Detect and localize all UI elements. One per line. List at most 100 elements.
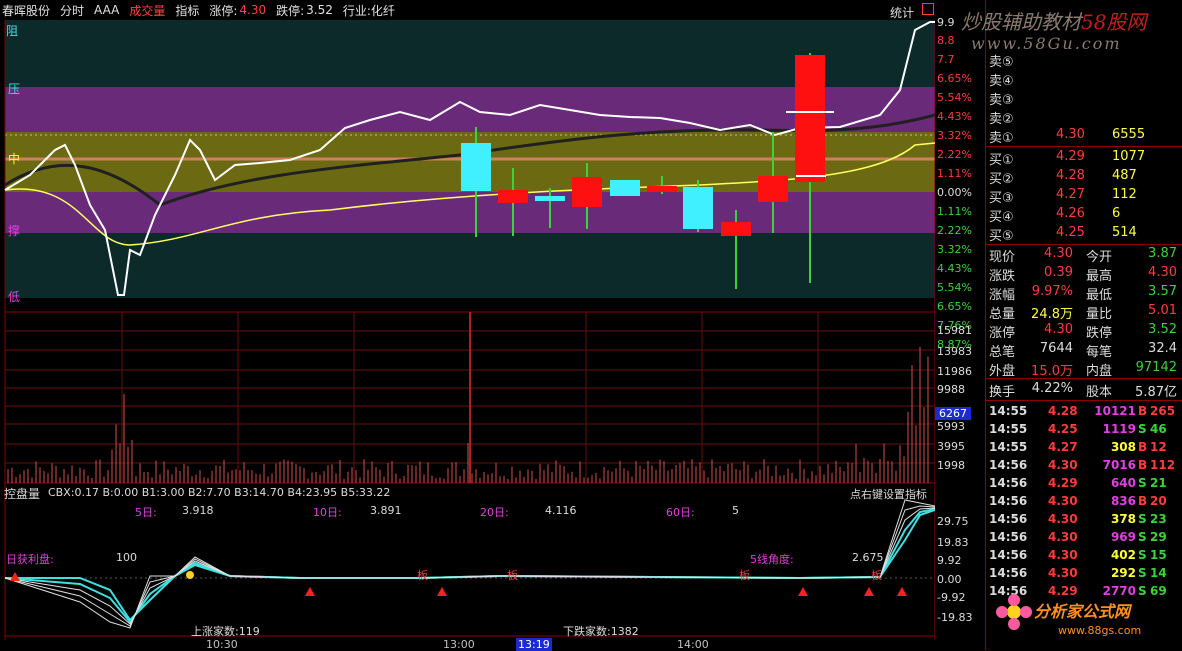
tick-count: 23 <box>1150 512 1167 526</box>
tick-row[interactable]: 14:56 4.29 640 S 21 <box>986 475 1182 493</box>
volume-current-label: 6267 <box>935 407 971 420</box>
tab-indicator[interactable]: 指标 <box>173 2 201 19</box>
tick-count: 29 <box>1150 530 1167 544</box>
industry-label: 行业:化纤 <box>342 3 395 18</box>
tick-volume: 10121 <box>1094 404 1136 418</box>
tick-row[interactable]: 14:55 4.28 10121 B 265 <box>986 403 1182 421</box>
sell-level-row[interactable]: 卖② <box>986 107 1182 127</box>
signal-up-triangle <box>437 587 447 596</box>
quote-value: 32.4 <box>1148 341 1177 356</box>
tick-row[interactable]: 14:55 4.27 308 B 12 <box>986 439 1182 457</box>
tick-price: 4.30 <box>1048 548 1078 562</box>
candle-body <box>683 187 713 229</box>
tick-row[interactable]: 14:56 4.30 969 S 29 <box>986 529 1182 547</box>
tick-row[interactable]: 14:56 4.30 7016 B 112 <box>986 457 1182 475</box>
zone-label-resist: 阻 <box>6 24 19 38</box>
buy-level-row[interactable]: 买① 4.29 1077 <box>986 148 1182 168</box>
day20-value: 4.116 <box>545 504 577 517</box>
price-axis-label: 2.22% <box>937 148 972 161</box>
quote-value: 4.30 <box>1044 246 1073 261</box>
quote-value: 0.39 <box>1044 265 1073 280</box>
ob-volume: 112 <box>1112 187 1137 202</box>
candle-body <box>572 177 602 207</box>
price-chart[interactable] <box>0 0 935 650</box>
close-icon[interactable] <box>922 3 934 15</box>
chart-area[interactable]: 春晖股份 分时 AAA 成交量 指标 涨停: 4.30 跌停: 3.52 行业:化纤… <box>0 0 985 651</box>
indicator-settings-hint[interactable]: 点右键设置指标 <box>850 486 927 502</box>
tab-volume[interactable]: 成交量 <box>127 2 167 19</box>
profit-label: 日获利盘: <box>6 553 54 566</box>
signal-up-triangle <box>864 587 874 596</box>
buy-level-row[interactable]: 买③ 4.27 112 <box>986 186 1182 206</box>
tick-side: S <box>1138 566 1147 580</box>
stock-name[interactable]: 春晖股份 <box>0 2 52 19</box>
quote-row: 外盘 15.0万 内盘 97142 <box>986 359 1182 379</box>
tick-price: 4.29 <box>1048 476 1078 490</box>
indicator-axis-label: 9.92 <box>937 554 962 567</box>
tick-row[interactable]: 14:56 4.30 836 B 20 <box>986 493 1182 511</box>
sell-level-row[interactable]: 卖③ <box>986 88 1182 108</box>
divider <box>986 400 1182 401</box>
volume-axis-label: 1998 <box>937 459 965 472</box>
tick-price: 4.28 <box>1048 404 1078 418</box>
candle-body <box>758 176 788 202</box>
tick-time: 14:55 <box>989 422 1028 436</box>
tab-aaa[interactable]: AAA <box>92 3 121 17</box>
quote-value: 24.8万 <box>1031 307 1073 322</box>
time-label: 13:00 <box>443 638 475 651</box>
tab-timeshare[interactable]: 分时 <box>58 2 86 19</box>
indicator-axis-label: 19.83 <box>937 536 969 549</box>
zone-label-low: 低 <box>8 290 21 304</box>
quote-row: 总笔 7644 每笔 32.4 <box>986 340 1182 360</box>
day10-label: 10日: <box>313 506 342 519</box>
volume-axis-label: 3995 <box>937 440 965 453</box>
quote-label: 涨跌 <box>989 269 1016 284</box>
limit-down-label: 跌停: <box>276 3 305 18</box>
buy-level-row[interactable]: 买⑤ 4.25 514 <box>986 224 1182 244</box>
tick-volume: 402 <box>1110 548 1136 562</box>
tick-row[interactable]: 14:56 4.30 402 S 15 <box>986 547 1182 565</box>
price-axis-label: 6.65% <box>937 72 972 85</box>
ob-label: 买① <box>989 153 1014 168</box>
up-count: 上涨家数:119 <box>191 625 260 638</box>
quote-value: 3.57 <box>1148 284 1177 299</box>
tick-count: 21 <box>1150 476 1167 490</box>
ob-price: 4.25 <box>1056 225 1085 240</box>
indicator-line <box>5 509 935 622</box>
tick-price: 4.30 <box>1048 530 1078 544</box>
sell-level-row[interactable]: 卖⑤ <box>986 50 1182 70</box>
quote-value: 5.01 <box>1148 303 1177 318</box>
signal-up-triangle <box>305 587 315 596</box>
tick-volume: 969 <box>1110 530 1136 544</box>
buy-level-row[interactable]: 买② 4.28 487 <box>986 167 1182 187</box>
quote-value: 4.30 <box>1044 322 1073 337</box>
day60-label: 60日: <box>666 506 695 519</box>
quote-label: 最高 <box>1086 269 1113 284</box>
tick-count: 265 <box>1150 404 1176 418</box>
right-axis: 9.9 8.8 7.7 6.65% 5.54% 4.43% 3.32% 2.22% 1.11%… <box>935 0 985 650</box>
quote-row: 总量 24.8万 量比 5.01 <box>986 302 1182 322</box>
tick-side: B <box>1138 440 1148 454</box>
tick-row[interactable]: 14:55 4.25 1119 S 46 <box>986 421 1182 439</box>
indicator-axis-label: 29.75 <box>937 515 969 528</box>
quote-label: 量比 <box>1086 307 1113 322</box>
quote-value: 3.52 <box>1148 322 1177 337</box>
quote-value: 97142 <box>1135 360 1177 375</box>
ob-price: 4.28 <box>1056 168 1085 183</box>
stats-button[interactable]: 统计 <box>890 4 914 21</box>
watermark-bottom-title: 分析家公式网 <box>1034 602 1131 621</box>
flower-logo-icon <box>996 594 1032 630</box>
day5-label: 5日: <box>135 506 157 519</box>
sell-level-row[interactable]: 卖④ <box>986 69 1182 89</box>
indicator-title[interactable]: 控盘量 <box>4 485 40 502</box>
candle-body <box>610 180 640 196</box>
tick-row[interactable]: 14:56 4.30 378 S 23 <box>986 511 1182 529</box>
candle-body <box>795 55 825 182</box>
tick-row[interactable]: 14:56 4.30 292 S 14 <box>986 565 1182 583</box>
quote-value: 15.0万 <box>1031 364 1073 379</box>
top-bar: 春晖股份 分时 AAA 成交量 指标 涨停: 4.30 跌停: 3.52 行业:化纤 <box>0 0 985 20</box>
tick-side: B <box>1138 494 1148 508</box>
buy-level-row[interactable]: 买④ 4.26 6 <box>986 205 1182 225</box>
sell-level-row[interactable]: 卖① 4.30 6555 <box>986 126 1182 146</box>
signal-up-triangle <box>10 572 20 581</box>
